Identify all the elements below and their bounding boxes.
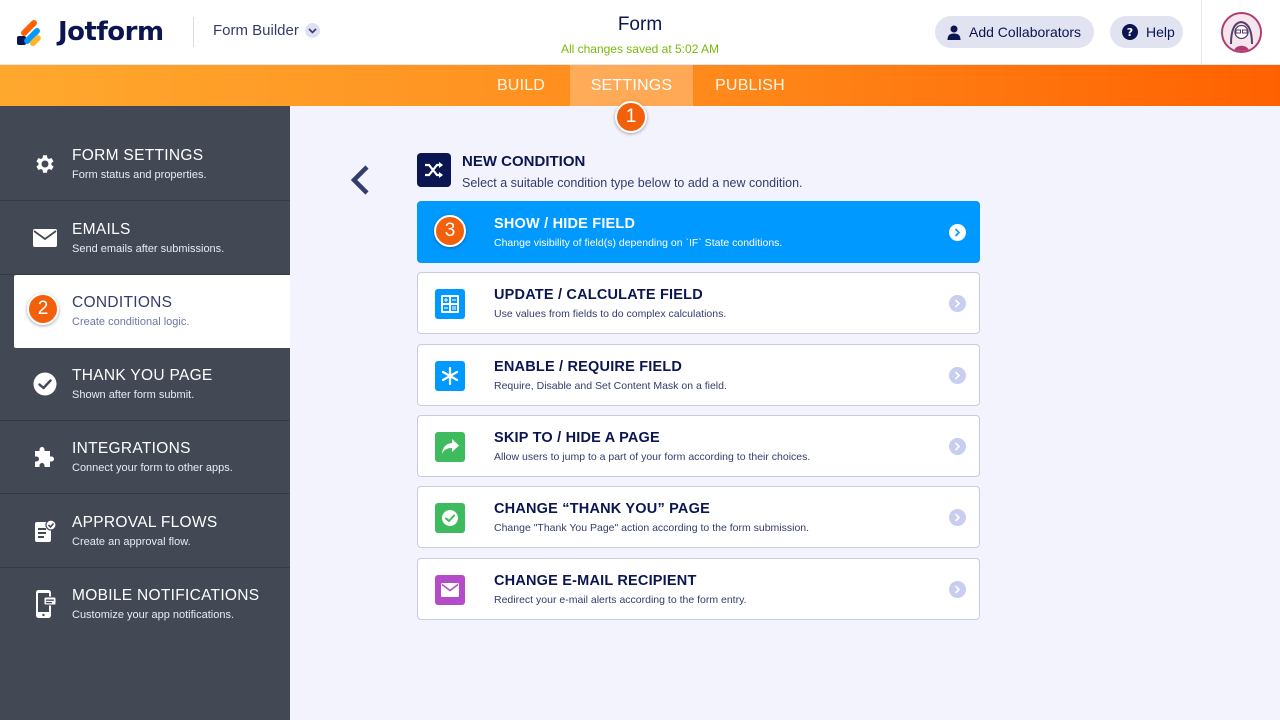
- condition-title: UPDATE / CALCULATE FIELD: [494, 287, 703, 303]
- sidebar-item-label: FORM SETTINGS: [72, 147, 204, 164]
- condition-change-email-recipient[interactable]: CHANGE E-MAIL RECIPIENT Redirect your e-…: [417, 558, 980, 620]
- sidebar-item-subtitle: Create an approval flow.: [72, 536, 191, 548]
- tab-settings[interactable]: SETTINGS: [570, 65, 693, 106]
- settings-sidebar: FORM SETTINGS Form status and properties…: [0, 106, 290, 720]
- user-icon: [947, 25, 961, 40]
- add-collaborators-button[interactable]: Add Collaborators: [935, 16, 1094, 48]
- chevron-right-icon: [949, 295, 966, 312]
- condition-subtitle: Redirect your e-mail alerts according to…: [494, 594, 747, 606]
- shuffle-icon: [417, 153, 451, 187]
- chevron-right-icon: [949, 224, 966, 241]
- gear-icon: [33, 152, 57, 176]
- header-divider-right: [1201, 0, 1202, 65]
- sidebar-item-label: MOBILE NOTIFICATIONS: [72, 587, 260, 604]
- envelope-icon: [435, 575, 465, 605]
- sidebar-item-subtitle: Connect your form to other apps.: [72, 462, 233, 474]
- step-badge-1: 1: [615, 101, 647, 133]
- user-avatar[interactable]: [1221, 12, 1262, 53]
- calculator-icon: [435, 289, 465, 319]
- jotform-logo-icon: [16, 16, 46, 48]
- sidebar-item-subtitle: Send emails after submissions.: [72, 243, 225, 255]
- chevron-right-icon: [949, 581, 966, 598]
- form-builder-dropdown[interactable]: Form Builder: [213, 22, 320, 39]
- sidebar-item-subtitle: Create conditional logic.: [72, 316, 190, 328]
- sidebar-item-label: CONDITIONS: [72, 294, 173, 311]
- jotform-logo[interactable]: Jotform: [16, 16, 164, 48]
- sidebar-item-subtitle: Form status and properties.: [72, 169, 207, 181]
- logo-text: Jotform: [58, 17, 164, 47]
- condition-title: CHANGE E-MAIL RECIPIENT: [494, 573, 697, 589]
- question-circle-icon: ?: [1122, 24, 1138, 40]
- condition-show-hide-field[interactable]: SHOW / HIDE FIELD Change visibility of f…: [417, 201, 980, 263]
- condition-title: SHOW / HIDE FIELD: [494, 216, 636, 232]
- chevron-right-icon: [949, 509, 966, 526]
- sidebar-item-subtitle: Shown after form submit.: [72, 389, 195, 401]
- sidebar-item-subtitle: Customize your app notifications.: [72, 609, 235, 621]
- sidebar-item-mobile-notifications[interactable]: MOBILE NOTIFICATIONS Customize your app …: [0, 568, 290, 641]
- help-label: Help: [1146, 24, 1175, 40]
- condition-title: CHANGE “THANK YOU” PAGE: [494, 501, 710, 517]
- svg-text:?: ?: [1127, 26, 1133, 39]
- tab-build[interactable]: BUILD: [482, 65, 560, 106]
- tab-publish[interactable]: PUBLISH: [705, 65, 795, 106]
- new-condition-title: NEW CONDITION: [462, 153, 586, 170]
- sidebar-item-label: EMAILS: [72, 221, 131, 238]
- new-condition-subtitle: Select a suitable condition type below t…: [462, 176, 803, 190]
- chevron-right-icon: [949, 367, 966, 384]
- sidebar-item-label: APPROVAL FLOWS: [72, 514, 218, 531]
- share-arrow-icon: [435, 432, 465, 462]
- header-divider: [193, 17, 194, 47]
- check-circle-icon: [33, 372, 57, 396]
- condition-enable-require-field[interactable]: ENABLE / REQUIRE FIELD Require, Disable …: [417, 344, 980, 406]
- condition-subtitle: Change visibility of field(s) depending …: [494, 237, 783, 249]
- form-builder-label: Form Builder: [213, 22, 299, 39]
- help-button[interactable]: ? Help: [1110, 16, 1183, 48]
- chevron-right-icon: [949, 438, 966, 455]
- condition-skip-hide-page[interactable]: SKIP TO / HIDE A PAGE Allow users to jum…: [417, 415, 980, 477]
- puzzle-icon: [33, 445, 57, 469]
- step-badge-2: 2: [27, 293, 59, 325]
- check-circle-icon: [435, 503, 465, 533]
- mobile-icon: [33, 590, 57, 618]
- builder-nav-bar: BUILD SETTINGS PUBLISH: [0, 65, 1280, 106]
- condition-change-thank-you-page[interactable]: CHANGE “THANK YOU” PAGE Change "Thank Yo…: [417, 486, 980, 548]
- step-badge-3: 3: [434, 215, 466, 247]
- condition-subtitle: Use values from fields to do complex cal…: [494, 308, 727, 320]
- sidebar-item-form-settings[interactable]: FORM SETTINGS Form status and properties…: [0, 128, 290, 201]
- sidebar-item-approval-flows[interactable]: APPROVAL FLOWS Create an approval flow.: [0, 495, 290, 568]
- condition-subtitle: Require, Disable and Set Content Mask on…: [494, 380, 727, 392]
- condition-subtitle: Change "Thank You Page" action according…: [494, 522, 810, 534]
- chevron-down-icon: [304, 23, 320, 38]
- asterisk-icon: [435, 361, 465, 391]
- envelope-icon: [33, 226, 57, 250]
- back-arrow-icon[interactable]: [348, 164, 374, 196]
- top-header: Jotform Form Builder Form All changes sa…: [0, 0, 1280, 65]
- condition-title: ENABLE / REQUIRE FIELD: [494, 359, 683, 375]
- sidebar-item-label: INTEGRATIONS: [72, 440, 191, 457]
- condition-update-calculate-field[interactable]: UPDATE / CALCULATE FIELD Use values from…: [417, 272, 980, 334]
- sidebar-item-integrations[interactable]: INTEGRATIONS Connect your form to other …: [0, 421, 290, 494]
- condition-subtitle: Allow users to jump to a part of your fo…: [494, 451, 811, 463]
- approval-icon: [33, 519, 57, 543]
- condition-title: SKIP TO / HIDE A PAGE: [494, 430, 660, 446]
- add-collaborators-label: Add Collaborators: [969, 24, 1082, 40]
- sidebar-item-emails[interactable]: EMAILS Send emails after submissions.: [0, 202, 290, 275]
- sidebar-item-label: THANK YOU PAGE: [72, 367, 213, 384]
- sidebar-item-thank-you-page[interactable]: THANK YOU PAGE Shown after form submit.: [0, 348, 290, 421]
